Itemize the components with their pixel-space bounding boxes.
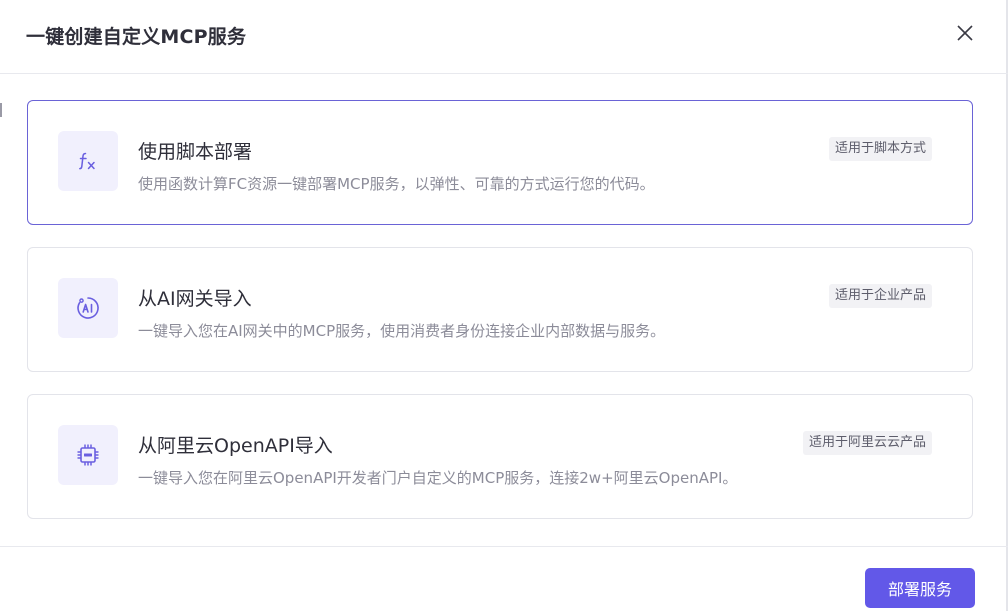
option-badge: 适用于企业产品 — [828, 284, 932, 308]
ai-gateway-icon — [77, 297, 99, 319]
option-badge: 适用于脚本方式 — [828, 137, 932, 161]
option-badge: 适用于阿里云云产品 — [802, 431, 932, 455]
option-card-script[interactable]: 使用脚本部署 使用函数计算FC资源一键部署MCP服务，以弹性、可靠的方式运行您的… — [27, 100, 973, 225]
option-icon-box — [58, 131, 118, 191]
modal-title: 一键创建自定义MCP服务 — [26, 26, 247, 48]
option-card-ai-gateway[interactable]: 从AI网关导入 一键导入您在AI网关中的MCP服务，使用消费者身份连接企业内部数… — [27, 247, 973, 372]
close-button[interactable] — [956, 24, 974, 42]
option-description: 使用函数计算FC资源一键部署MCP服务，以弹性、可靠的方式运行您的代码。 — [138, 175, 655, 193]
option-description: 一键导入您在阿里云OpenAPI开发者门户自定义的MCP服务，连接2w+阿里云O… — [138, 469, 738, 487]
modal-header: 一键创建自定义MCP服务 — [0, 0, 1008, 74]
option-description: 一键导入您在AI网关中的MCP服务，使用消费者身份连接企业内部数据与服务。 — [138, 322, 666, 340]
create-mcp-modal: 一键创建自定义MCP服务 使用脚本部署 使用函数计算FC资源一键部署MCP服务，… — [0, 0, 1008, 611]
close-icon — [957, 25, 973, 41]
modal-footer: 部署服务 — [0, 546, 1008, 611]
option-title: 从阿里云OpenAPI导入 — [138, 435, 333, 457]
api-chip-icon — [77, 444, 99, 466]
option-card-openapi[interactable]: 从阿里云OpenAPI导入 一键导入您在阿里云OpenAPI开发者门户自定义的M… — [27, 394, 973, 519]
function-fx-icon — [79, 152, 95, 170]
background-edge-mark — [0, 103, 2, 117]
option-title: 使用脚本部署 — [138, 141, 253, 163]
deploy-service-button[interactable]: 部署服务 — [865, 568, 975, 608]
option-title: 从AI网关导入 — [138, 288, 252, 310]
option-icon-box — [58, 278, 118, 338]
option-icon-box — [58, 425, 118, 485]
